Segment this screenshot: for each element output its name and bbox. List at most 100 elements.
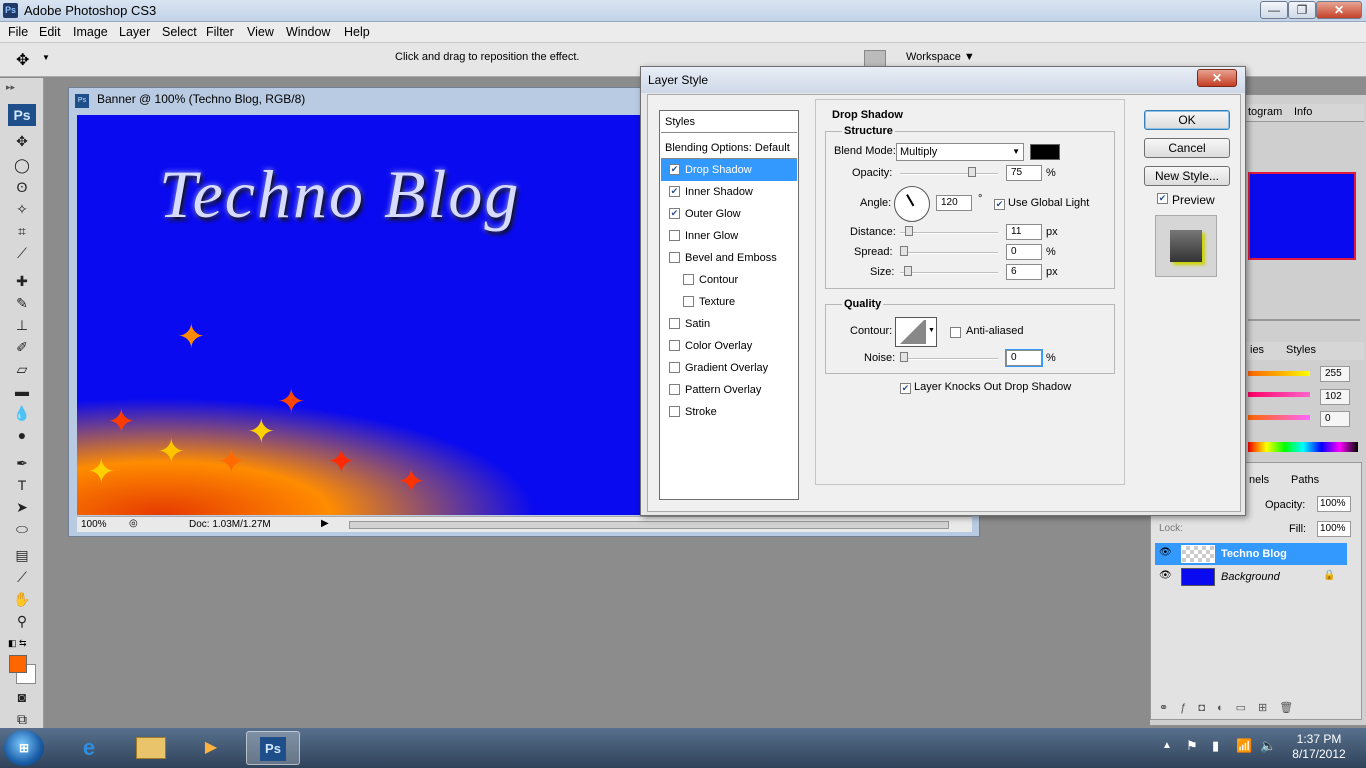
tab-styles[interactable]: Styles [1286, 344, 1316, 356]
tab-swatches[interactable]: ies [1250, 344, 1264, 356]
menu-image[interactable]: Image [73, 25, 108, 39]
anti-aliased-checkbox[interactable] [950, 327, 961, 338]
style-item-checkbox[interactable] [669, 384, 680, 395]
distance-input[interactable]: 11 [1006, 224, 1042, 240]
size-input[interactable]: 6 [1006, 264, 1042, 280]
menu-edit[interactable]: Edit [39, 25, 61, 39]
opacity-slider[interactable] [900, 167, 998, 177]
style-item-inner-glow[interactable]: Inner Glow [661, 225, 797, 247]
dodge-tool-icon[interactable]: ● [12, 426, 32, 444]
blue-value[interactable]: 0 [1320, 411, 1350, 427]
path-selection-tool-icon[interactable]: ➤ [12, 498, 32, 516]
menu-window[interactable]: Window [286, 25, 330, 39]
green-value[interactable]: 102 [1320, 389, 1350, 405]
styles-header[interactable]: Styles [661, 111, 797, 133]
tab-info[interactable]: Info [1294, 106, 1312, 118]
menu-help[interactable]: Help [344, 25, 370, 39]
hand-tool-icon[interactable]: ✋ [12, 590, 32, 608]
pen-tool-icon[interactable]: ✒ [12, 454, 32, 472]
contour-picker[interactable]: ▼ [895, 317, 937, 347]
blue-slider[interactable] [1248, 415, 1310, 420]
magic-wand-tool-icon[interactable]: ✧ [12, 200, 32, 218]
noise-input[interactable]: 0 [1006, 350, 1042, 366]
global-light-checkbox[interactable]: ✔ [994, 199, 1005, 210]
zoom-level[interactable]: 100% [81, 519, 107, 530]
style-item-inner-shadow[interactable]: ✔ Inner Shadow [661, 181, 797, 203]
size-slider-knob[interactable] [904, 266, 912, 276]
battery-icon[interactable]: ▮ [1212, 738, 1219, 754]
action-center-icon[interactable]: ⚑ [1186, 738, 1198, 754]
workspace-button[interactable]: Workspace ▼ [906, 51, 975, 63]
network-icon[interactable]: 📶 [1236, 738, 1252, 754]
distance-slider-knob[interactable] [905, 226, 913, 236]
style-item-bevel-and-emboss[interactable]: Bevel and Emboss [661, 247, 797, 269]
distance-slider[interactable] [900, 226, 998, 236]
opacity-slider-knob[interactable] [968, 167, 976, 177]
style-item-stroke[interactable]: Stroke [661, 401, 797, 423]
eye-icon[interactable]: 👁 [1159, 547, 1172, 558]
eye-icon[interactable]: 👁 [1159, 570, 1172, 581]
style-item-checkbox[interactable] [669, 318, 680, 329]
shape-tool-icon[interactable]: ⬭ [12, 520, 32, 538]
green-slider[interactable] [1248, 392, 1310, 397]
tab-histogram[interactable]: togram [1248, 106, 1282, 118]
blending-options[interactable]: Blending Options: Default [661, 137, 797, 159]
new-style-button[interactable]: New Style... [1144, 166, 1230, 186]
zoom-tool-icon[interactable]: ⚲ [12, 612, 32, 630]
photoshop-icon[interactable]: Ps [246, 731, 300, 765]
eraser-tool-icon[interactable]: ▱ [12, 360, 32, 378]
tab-paths[interactable]: Paths [1291, 474, 1319, 486]
minimize-icon[interactable]: — [1260, 1, 1288, 19]
notes-tool-icon[interactable]: ▤ [12, 546, 32, 564]
cancel-button[interactable]: Cancel [1144, 138, 1230, 158]
horizontal-scrollbar[interactable] [349, 521, 949, 529]
volume-icon[interactable]: 🔈 [1260, 738, 1276, 754]
knockout-checkbox[interactable]: ✔ [900, 383, 911, 394]
menu-view[interactable]: View [247, 25, 274, 39]
style-item-checkbox[interactable] [669, 340, 680, 351]
noise-slider-knob[interactable] [900, 352, 908, 362]
spread-slider[interactable] [900, 246, 998, 256]
opacity-input[interactable]: 75 [1006, 165, 1042, 181]
default-colors-icon[interactable]: ◧ ⇆ [8, 638, 27, 649]
style-item-contour[interactable]: Contour [661, 269, 797, 291]
type-tool-icon[interactable]: T [12, 476, 32, 494]
brush-tool-icon[interactable]: ✎ [12, 294, 32, 312]
style-item-checkbox[interactable] [669, 252, 680, 263]
restore-icon[interactable]: ❐ [1288, 1, 1316, 19]
style-item-outer-glow[interactable]: ✔ Outer Glow [661, 203, 797, 225]
folder-icon[interactable] [124, 731, 178, 765]
menu-filter[interactable]: Filter [206, 25, 234, 39]
spread-slider-knob[interactable] [900, 246, 908, 256]
menu-layer[interactable]: Layer [119, 25, 150, 39]
blend-mode-select[interactable]: Multiply ▼ [896, 143, 1024, 161]
marquee-tool-icon[interactable]: ◯ [12, 156, 32, 174]
navigator-zoom-slider[interactable] [1248, 319, 1360, 321]
start-button[interactable]: ⊞ [4, 730, 44, 766]
move-tool-icon[interactable]: ✥ [16, 50, 29, 70]
status-arrow-icon[interactable]: ▶ [321, 518, 329, 529]
style-item-color-overlay[interactable]: Color Overlay [661, 335, 797, 357]
style-item-checkbox[interactable] [683, 296, 694, 307]
screen-mode-icon[interactable]: ⧉ [12, 710, 32, 728]
style-item-checkbox[interactable] [669, 230, 680, 241]
style-item-checkbox[interactable] [669, 362, 680, 373]
angle-input[interactable]: 120 [936, 195, 972, 211]
red-value[interactable]: 255 [1320, 366, 1350, 382]
style-item-checkbox[interactable]: ✔ [669, 208, 680, 219]
lasso-tool-icon[interactable]: ʘ [12, 178, 32, 196]
style-item-checkbox[interactable]: ✔ [669, 186, 680, 197]
canvas[interactable]: Techno Blog ✦ ✦ ✦ ✦ ✦ ✦ ✦ ✦ ✦ [77, 115, 641, 515]
style-item-pattern-overlay[interactable]: Pattern Overlay [661, 379, 797, 401]
close-icon[interactable]: ✕ [1316, 1, 1362, 19]
blur-tool-icon[interactable]: 💧 [12, 404, 32, 422]
foreground-color-swatch[interactable] [9, 655, 27, 673]
style-item-drop-shadow[interactable]: ✔ Drop Shadow [661, 159, 797, 181]
ok-button[interactable]: OK [1144, 110, 1230, 130]
color-ramp[interactable] [1248, 442, 1358, 452]
shadow-color-swatch[interactable] [1030, 144, 1060, 160]
collapse-icon[interactable]: ▸▸ [6, 82, 15, 93]
angle-dial[interactable] [894, 186, 930, 222]
layers-footer-icons[interactable]: ⚭ƒ◘◐▭⊞🗑 [1159, 701, 1355, 714]
layer-row-background[interactable]: 👁 Background 🔒 [1155, 566, 1347, 588]
